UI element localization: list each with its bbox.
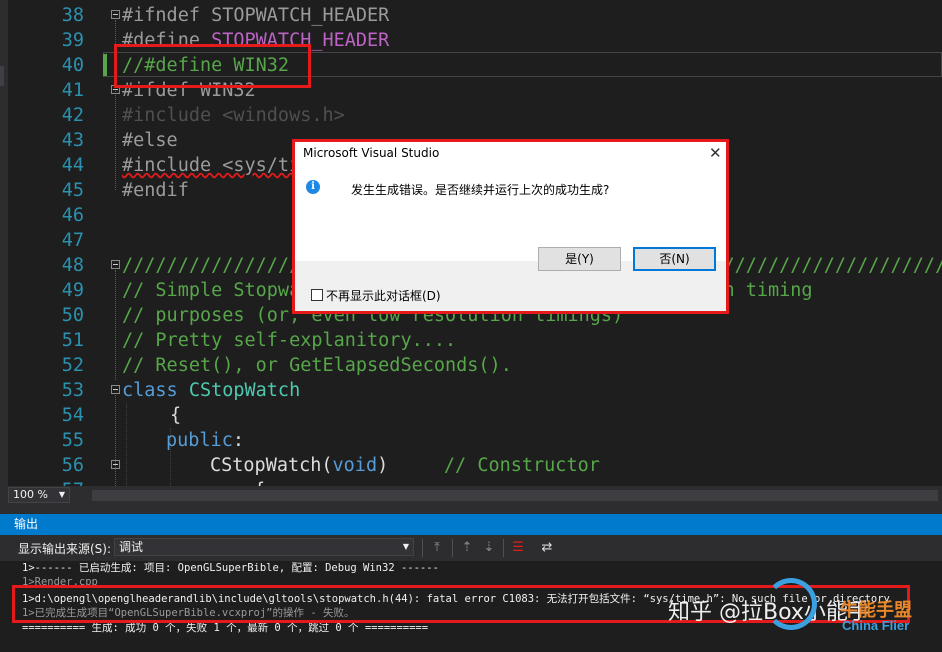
code-line: 56 CStopWatch(void) // Constructor (61, 455, 600, 476)
dialog-title: Microsoft Visual Studio (303, 146, 440, 160)
output-source-select[interactable]: 调试 ▼ (114, 538, 414, 556)
zoom-select[interactable]: 100 % ▼ (8, 487, 70, 503)
fold-toggle-icon[interactable] (111, 10, 120, 19)
chevron-down-icon: ▼ (58, 490, 65, 499)
code-line: 42 #include <windows.h> (61, 105, 345, 126)
message-dialog: Microsoft Visual Studio ✕ i 发生生成错误。是否继续并… (292, 139, 729, 314)
code-line: 53 class CStopWatch (61, 380, 301, 401)
panel-splitter[interactable] (0, 505, 942, 514)
previous-message-icon[interactable]: ⇡ (458, 539, 476, 556)
checkbox-label[interactable]: 不再显示此对话框(D) (326, 287, 441, 304)
word-wrap-icon[interactable]: ⇄ (538, 539, 556, 556)
output-source-label: 显示输出来源(S): (18, 542, 112, 556)
toolbar-separator (503, 539, 504, 557)
code-line: 55 public: (61, 430, 244, 451)
clear-all-icon[interactable]: ☰ (509, 539, 527, 556)
fold-toggle-icon[interactable] (111, 385, 120, 394)
watermark-logo (765, 578, 817, 630)
output-toolbar: 显示输出来源(S): 调试 ▼ ⤒ ⇡ ⇣ ☰ ⇄ (0, 535, 942, 561)
toolbar-separator (452, 539, 453, 557)
output-panel-title[interactable]: 输出 (0, 514, 942, 535)
close-icon[interactable]: ✕ (709, 144, 722, 162)
watermark-logo-en: China Flier (842, 618, 910, 633)
horizontal-scrollbar[interactable] (92, 490, 938, 501)
editor-status-bar: 100 % ▼ (0, 486, 942, 505)
code-line: 57 { (0, 478, 942, 486)
code-line: 54 { (61, 405, 182, 426)
info-icon: i (306, 180, 320, 194)
next-message-icon[interactable]: ⇣ (480, 539, 498, 556)
toolbar-separator (422, 539, 423, 557)
output-line: 1>------ 已启动生成: 项目: OpenGLSuperBible, 配置… (22, 562, 439, 574)
code-line: 38 #ifndef STOPWATCH_HEADER (61, 5, 390, 26)
fold-toggle-icon[interactable] (111, 460, 120, 469)
fold-toggle-icon[interactable] (111, 260, 120, 269)
no-button[interactable]: 否(N) (633, 247, 716, 271)
dialog-message: 发生生成错误。是否继续并运行上次的成功生成? (351, 183, 610, 197)
chevron-down-icon: ▼ (402, 542, 409, 551)
output-line: ========== 生成: 成功 0 个，失败 1 个，最新 0 个，跳过 0… (22, 622, 429, 634)
code-line: 51 // Pretty self-explanitory.... (61, 330, 457, 351)
dont-show-again-checkbox[interactable] (311, 289, 323, 301)
find-message-icon[interactable]: ⤒ (428, 539, 446, 556)
code-line: 52 // Reset(), or GetElapsedSeconds(). (61, 355, 512, 376)
highlight-box (114, 44, 311, 88)
yes-button[interactable]: 是(Y) (538, 247, 621, 271)
